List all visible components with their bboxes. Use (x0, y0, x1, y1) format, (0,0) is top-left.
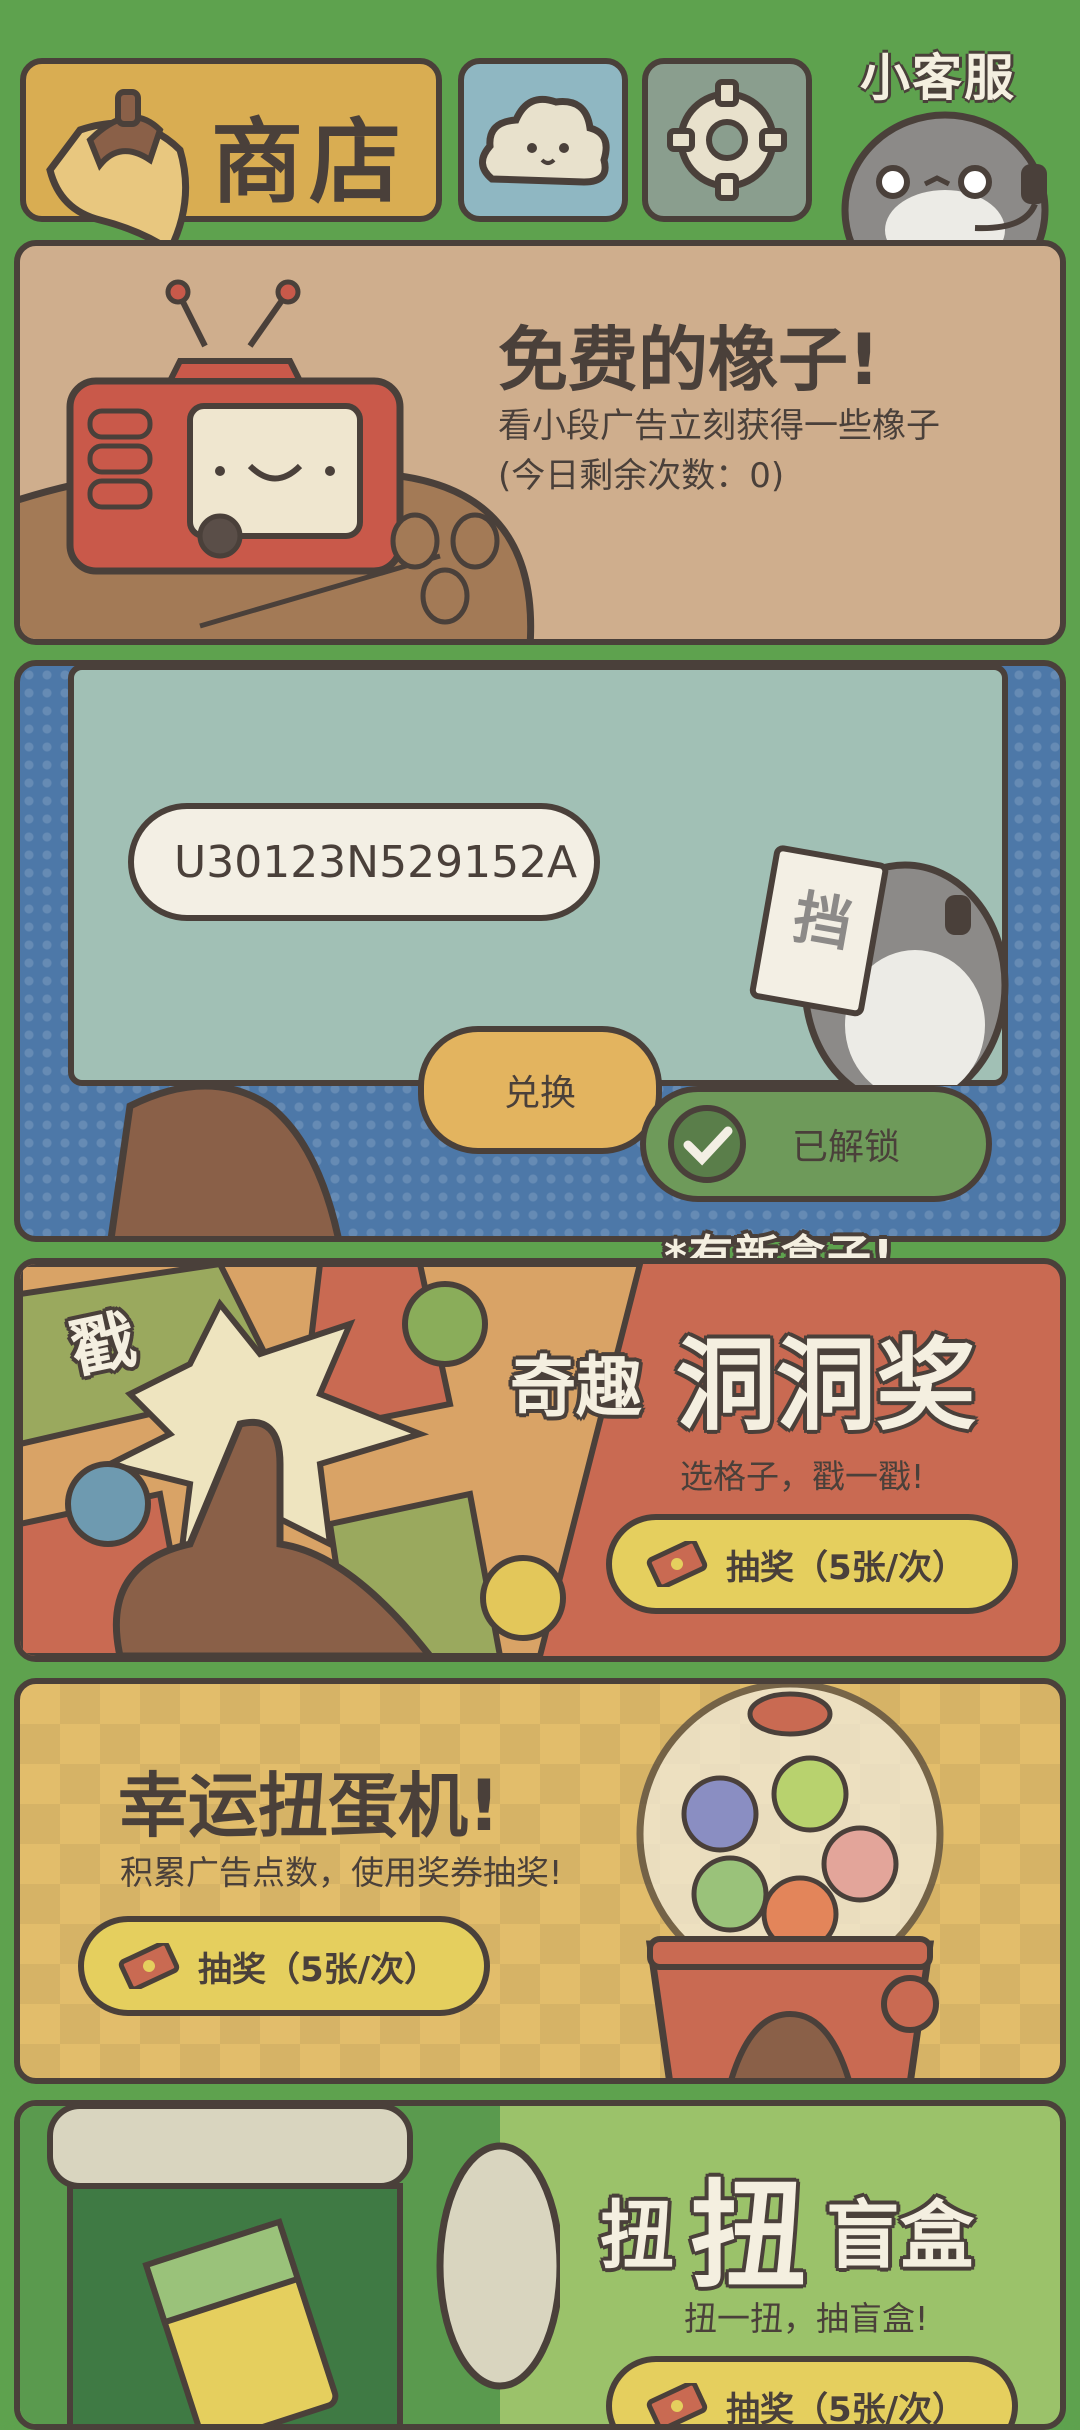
gear-icon (667, 79, 787, 201)
ticket-icon (646, 2383, 708, 2424)
gacha-machine-icon (636, 1684, 944, 2078)
settings-button[interactable] (642, 58, 812, 222)
blind-box-panel[interactable]: 扭 扭 盲盒 扭一扭，抽盲盒! 抽奖（5张/次） (14, 2100, 1066, 2430)
redeem-button[interactable]: 兑换 (418, 1026, 662, 1154)
holes-title-small: 奇趣 (510, 1349, 642, 1426)
free-acorns-title: 免费的橡子! (498, 319, 880, 401)
redeem-code-input[interactable]: U30123N529152A (128, 803, 600, 921)
gacha-draw-button[interactable]: 抽奖（5张/次） (78, 1916, 490, 2016)
free-acorns-panel[interactable]: 免费的橡子! 看小段广告立刻获得一些橡子 (今日剩余次数：0) (14, 240, 1066, 645)
holes-subtitle: 选格子，戳一戳! (680, 1457, 925, 1496)
holes-prize-panel[interactable]: 戳 奇趣 洞洞奖 选格子，戳一戳! 抽奖（5张/次） (14, 1258, 1066, 1662)
ticket-icon (118, 1943, 180, 1989)
penguin-sign-icon: 挡 (749, 845, 1009, 1085)
unlocked-badge: 已解锁 (640, 1086, 992, 1202)
gacha-panel[interactable]: 幸运扭蛋机! 积累广告点数，使用奖券抽奖! 抽奖（5张/次） (14, 1678, 1066, 2084)
sign-text: 挡 (788, 883, 857, 960)
blind-box-draw-button[interactable]: 抽奖（5张/次） (606, 2356, 1018, 2424)
shop-label: 商店 (211, 109, 408, 216)
vending-machine-illustration (20, 2106, 560, 2424)
check-icon (668, 1105, 746, 1183)
gacha-subtitle: 积累广告点数，使用奖券抽奖! (120, 1853, 563, 1892)
tv-icon (66, 279, 404, 575)
blind-box-title-large: 扭 (690, 2169, 806, 2304)
gacha-title: 幸运扭蛋机! (118, 1765, 500, 1847)
acorns-icon (390, 512, 500, 625)
redeem-code-value: U30123N529152A (174, 836, 578, 888)
ticket-icon (646, 1541, 708, 1587)
free-acorns-desc: 看小段广告立刻获得一些橡子 (498, 406, 940, 446)
customer-service-penguin-icon[interactable] (825, 100, 1065, 250)
cloud-button[interactable] (458, 58, 628, 222)
free-acorns-remaining: (今日剩余次数：0) (498, 456, 785, 496)
holes-draw-button[interactable]: 抽奖（5张/次） (606, 1514, 1018, 1614)
holes-title-large: 洞洞奖 (676, 1327, 976, 1444)
blind-box-subtitle: 扭一扭，抽盲盒! (684, 2299, 929, 2338)
blind-box-title-end: 盲盒 (826, 2193, 974, 2279)
blind-box-title-small: 扭 (600, 2193, 674, 2279)
cloud-icon (479, 95, 610, 186)
